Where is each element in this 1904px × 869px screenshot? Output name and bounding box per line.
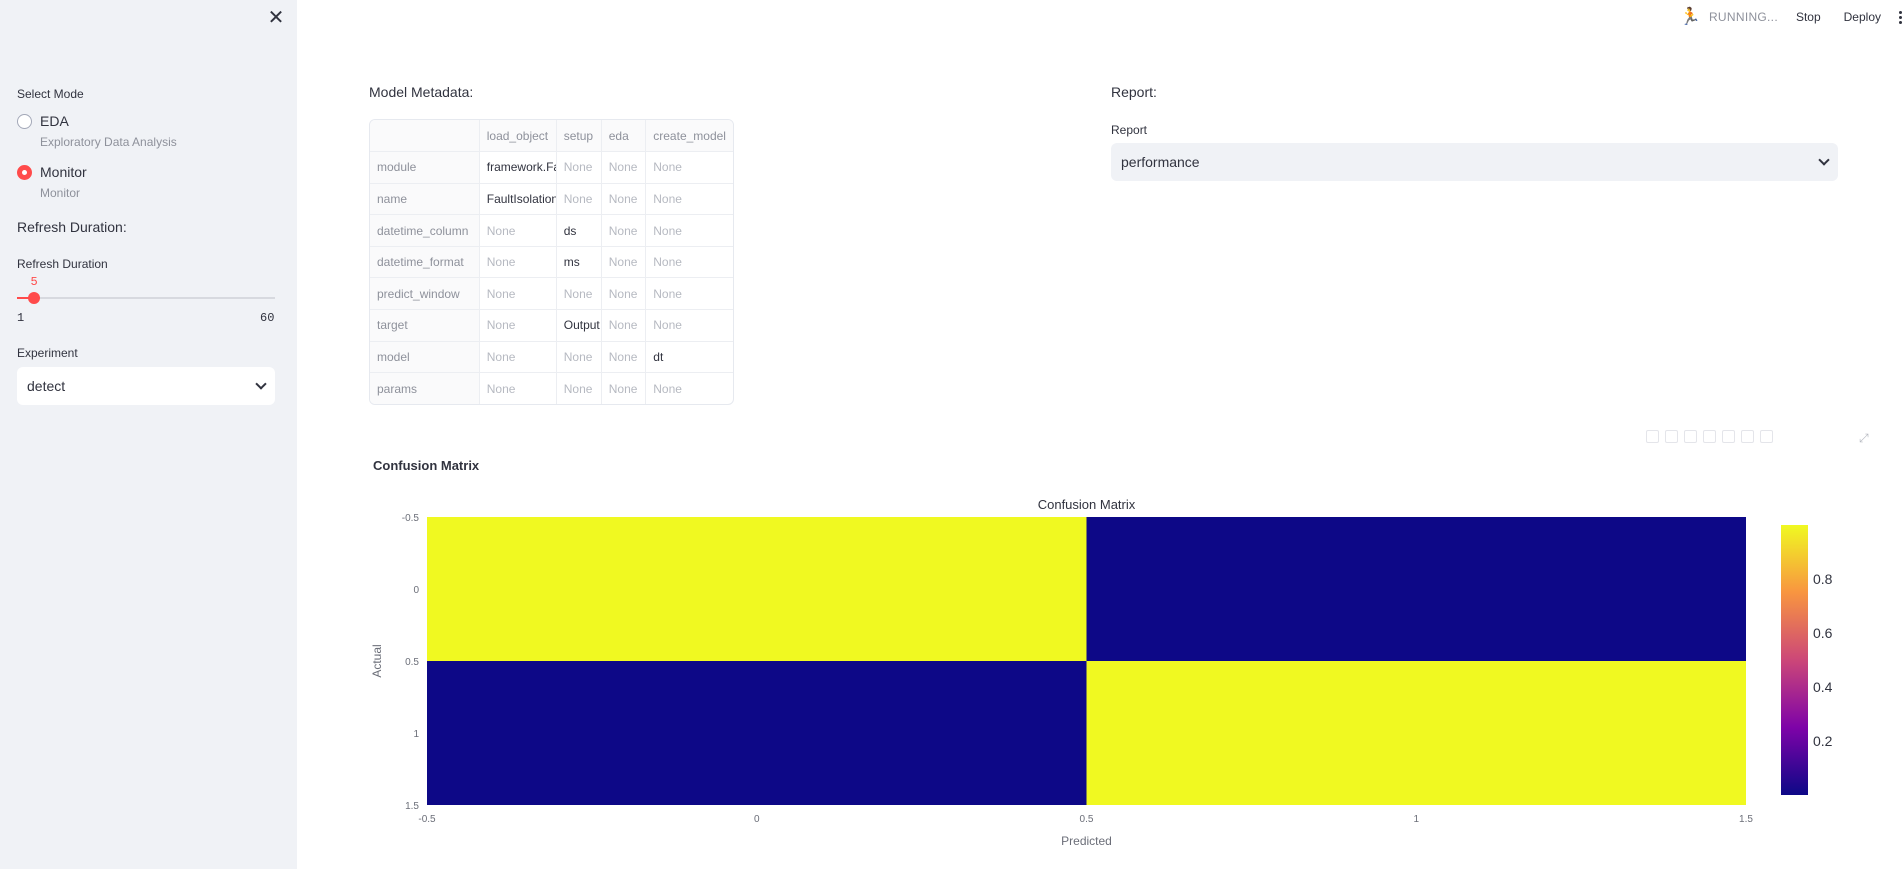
y-tick-label: 0 (413, 585, 419, 596)
y-tick-label: 1 (413, 729, 419, 740)
colorbar-tick-label: 0.6 (1813, 625, 1833, 641)
colorbar (1781, 525, 1808, 795)
y-tick-label: 1.5 (405, 801, 419, 812)
y-axis-label: Actual (370, 644, 384, 677)
colorbar-tick-label: 0.4 (1813, 679, 1833, 695)
heatmap-cell[interactable] (1086, 661, 1747, 805)
x-tick-label: -0.5 (418, 814, 436, 825)
y-tick-label: -0.5 (402, 513, 420, 524)
confusion-matrix-chart: Confusion Matrix -0.5 0 0.5 1 1.5 -0.5 0 0.5 1 1… (370, 497, 1833, 848)
heatmap-cell[interactable] (427, 517, 1087, 661)
x-axis-label: Predicted (1061, 834, 1112, 848)
heatmap-cell[interactable] (427, 661, 1087, 805)
chart-title: Confusion Matrix (1038, 497, 1136, 512)
x-tick-label: 1 (1413, 814, 1419, 825)
y-tick-label: 0.5 (405, 657, 419, 668)
x-tick-label: 0 (754, 814, 760, 825)
colorbar-tick-label: 0.8 (1813, 571, 1833, 587)
x-tick-label: 0.5 (1080, 814, 1094, 825)
heatmap-cell[interactable] (1086, 517, 1747, 661)
x-tick-label: 1.5 (1739, 814, 1753, 825)
colorbar-tick-label: 0.2 (1813, 733, 1833, 749)
